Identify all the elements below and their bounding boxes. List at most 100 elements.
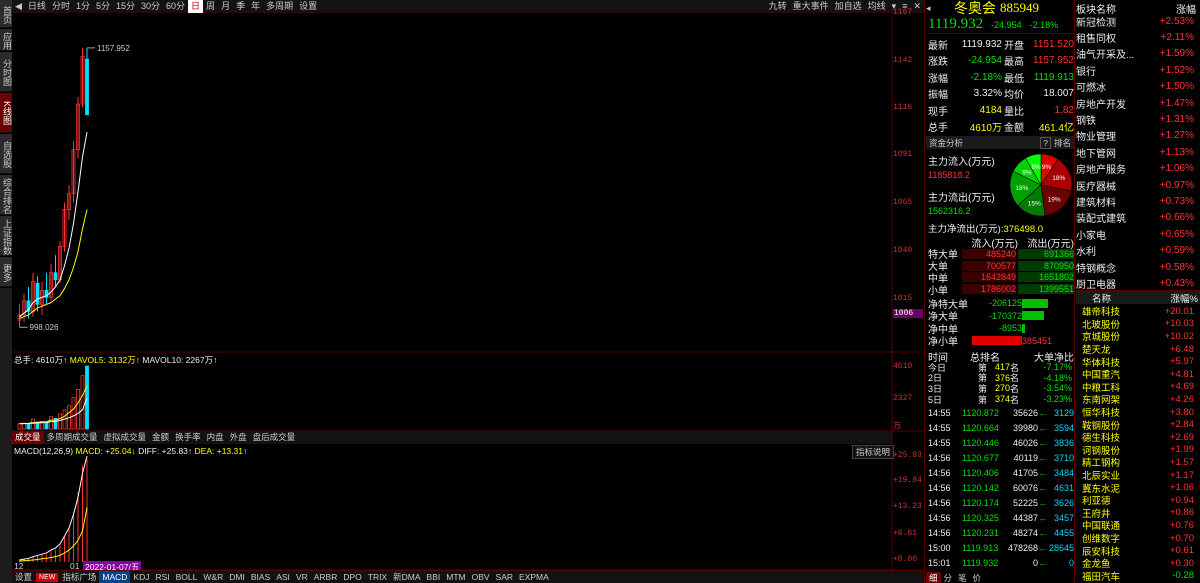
indicator-tab[interactable]: ARBR	[311, 571, 341, 583]
indicator-tab[interactable]: KDJ	[130, 571, 152, 583]
tick-tab[interactable]: 细	[926, 572, 941, 583]
volume-tab[interactable]: 盘后成交量	[250, 431, 299, 444]
stock-row[interactable]: 辰安科技 +0.61	[1076, 544, 1194, 558]
stock-row[interactable]: 北玻股份 +10.03	[1076, 318, 1194, 331]
indicator-tab[interactable]: OBV	[469, 571, 493, 583]
sector-row[interactable]: 油气开采及... +1.59%	[1076, 46, 1194, 62]
indicator-tab[interactable]: 设置	[12, 571, 35, 583]
sector-row[interactable]: 建筑材料 +0.73%	[1076, 193, 1194, 209]
indicator-tab[interactable]: BOLL	[173, 571, 201, 583]
period-tab[interactable]: 月	[218, 0, 233, 13]
stock-row[interactable]: 楚天龙 +6.48	[1076, 343, 1194, 357]
back-icon[interactable]: ◂	[926, 3, 940, 14]
volume-tab[interactable]: 外盘	[227, 431, 250, 444]
indicator-tab[interactable]: ASI	[273, 571, 293, 583]
sector-row[interactable]: 房地产服务 +1.06%	[1076, 161, 1194, 177]
period-tab[interactable]: 多周期	[263, 0, 296, 13]
indicator-tab[interactable]: BBI	[424, 571, 444, 583]
stock-row[interactable]: 中粮工科 +4.69	[1076, 381, 1194, 394]
period-tab[interactable]: 设置	[296, 0, 320, 13]
stock-row[interactable]: 金龙鱼 +0.30	[1076, 557, 1194, 571]
stock-row[interactable]: 利亚德 +0.94	[1076, 494, 1194, 508]
indicator-tab[interactable]: W&R	[200, 571, 226, 583]
period-tab[interactable]: 季	[233, 0, 248, 13]
indicator-tab[interactable]: DPO	[340, 571, 364, 583]
indicator-tab[interactable]: MTM	[443, 571, 468, 583]
sector-row[interactable]: 银行 +1.52%	[1076, 62, 1194, 78]
sector-row[interactable]: 租售同权 +2.11%	[1076, 29, 1194, 45]
collapse-icon[interactable]: ◀	[12, 0, 25, 13]
sector-row[interactable]: 小家电 +0.65%	[1076, 226, 1194, 242]
stock-row[interactable]: 中国重汽 +4.81	[1076, 368, 1194, 382]
period-tab[interactable]: 日线	[25, 0, 49, 13]
indicator-tab[interactable]: MACD	[99, 571, 131, 583]
sector-row[interactable]: 特钢概念 +0.58%	[1076, 259, 1194, 275]
stock-row[interactable]: 福田汽车 -0.28	[1076, 570, 1194, 583]
stock-row[interactable]: 德生科技 +2.69	[1076, 431, 1194, 445]
tick-tab[interactable]: 分	[941, 572, 956, 583]
indicator-tab[interactable]: SAR	[493, 571, 516, 583]
stock-row[interactable]: 东南网架 +4.26	[1076, 393, 1194, 407]
tick-tab[interactable]: 价	[970, 572, 985, 583]
volume-tab[interactable]: 内盘	[204, 431, 227, 444]
indicator-tab[interactable]: VR	[293, 571, 311, 583]
sidebar-item[interactable]: 自选股	[0, 134, 12, 174]
volume-tab[interactable]: 多周期成交量	[44, 431, 101, 444]
stock-row[interactable]: 王府井 +0.86	[1076, 507, 1194, 520]
sidebar-item[interactable]: 应用	[0, 29, 12, 51]
stock-list-pct-header[interactable]: 涨幅%	[1171, 291, 1198, 305]
period-tab[interactable]: 5分	[93, 0, 113, 13]
sector-row[interactable]: 水利 +0.59%	[1076, 243, 1194, 259]
indicator-help-button[interactable]: 指标说明	[852, 445, 895, 459]
sector-row[interactable]: 新冠检测 +2.53%	[1076, 13, 1194, 29]
stock-row[interactable]: 诃钢股份 +1.99	[1076, 444, 1194, 457]
toolbar-button[interactable]: 重大事件	[790, 0, 832, 13]
toolbar-button[interactable]: 九转	[766, 0, 790, 13]
sidebar-item[interactable]: 分时图	[0, 52, 12, 92]
kline-chart[interactable]: 1157.952 998.026	[12, 14, 924, 570]
indicator-tab[interactable]: 指标广场	[59, 571, 99, 583]
indicator-tab[interactable]: RSI	[152, 571, 172, 583]
stock-row[interactable]: 创维数字 +0.70	[1076, 532, 1194, 546]
tick-tab[interactable]: 笔	[955, 572, 970, 583]
period-tab[interactable]: 日	[188, 0, 204, 13]
help-button[interactable]: ?	[1040, 136, 1051, 149]
stock-row[interactable]: 京城股份 +10.02	[1076, 330, 1194, 344]
stock-row[interactable]: 雄帝科技 +20.01	[1076, 305, 1194, 319]
indicator-tab[interactable]: NEW	[36, 573, 59, 582]
toolbar-button[interactable]: 加自选	[832, 0, 865, 13]
sector-row[interactable]: 可燃冰 +1.50%	[1076, 79, 1194, 95]
stock-row[interactable]: 中国联通 +0.76	[1076, 519, 1194, 533]
volume-tab[interactable]: 换手率	[172, 431, 204, 444]
indicator-tab[interactable]: DMI	[226, 571, 248, 583]
indicator-tab[interactable]: TRIX	[365, 571, 390, 583]
period-tab[interactable]: 分时	[49, 0, 73, 13]
volume-tab[interactable]: 金额	[149, 431, 172, 444]
sidebar-item[interactable]: 综合排名	[0, 175, 12, 215]
sector-row[interactable]: 装配式建筑 +0.66%	[1076, 210, 1194, 226]
sector-row[interactable]: 房地产开发 +1.47%	[1076, 95, 1194, 111]
period-tab[interactable]: 1分	[73, 0, 93, 13]
sidebar-item[interactable]: 首页	[0, 0, 12, 28]
period-tab[interactable]: 年	[248, 0, 263, 13]
sector-row[interactable]: 物业管理 +1.27%	[1076, 128, 1194, 144]
stock-row[interactable]: 精工钢构 +1.57	[1076, 456, 1194, 470]
sidebar-item[interactable]: K线图	[0, 93, 12, 133]
sector-row[interactable]: 医疗器械 +0.97%	[1076, 177, 1194, 193]
stock-row[interactable]: 北辰实业 +1.17	[1076, 469, 1194, 483]
toolbar-button[interactable]: 均线	[865, 0, 889, 13]
sector-row[interactable]: 地下管网 +1.13%	[1076, 144, 1194, 160]
period-tab[interactable]: 60分	[163, 0, 188, 13]
indicator-tab[interactable]: BIAS	[248, 571, 273, 583]
sidebar-item[interactable]: 上证指数	[0, 216, 12, 256]
period-tab[interactable]: 30分	[138, 0, 163, 13]
indicator-tab[interactable]: EXPMA	[516, 571, 552, 583]
sector-row[interactable]: 钢铁 +1.31%	[1076, 111, 1194, 127]
volume-tab[interactable]: 成交量	[12, 431, 44, 444]
stock-row[interactable]: 华体科技 +5.97	[1076, 355, 1194, 369]
rank-button[interactable]: 排名	[1054, 137, 1071, 149]
stock-row[interactable]: 冀东水泥 +1.06	[1076, 481, 1194, 495]
stock-row[interactable]: 鞍钢股份 +2.84	[1076, 418, 1194, 432]
volume-tab[interactable]: 虚拟成交量	[101, 431, 150, 444]
period-tab[interactable]: 15分	[113, 0, 138, 13]
